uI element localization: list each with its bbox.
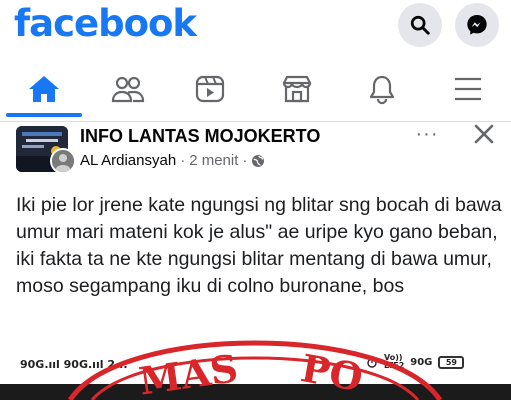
stamp-text-right: PO xyxy=(298,345,367,400)
post-body-text: Iki pie lor jrene kate ngungsi ng blitar… xyxy=(16,194,502,297)
hamburger-icon xyxy=(455,77,481,101)
tab-notifications[interactable] xyxy=(350,66,414,112)
bell-icon xyxy=(369,75,395,105)
search-icon xyxy=(410,15,430,35)
active-tab-indicator xyxy=(6,113,82,117)
post-meta: AL Ardiansyah · 2 menit · xyxy=(80,152,265,169)
facebook-logo[interactable]: facebook xyxy=(14,2,197,45)
marketplace-icon xyxy=(282,75,312,103)
globe-icon xyxy=(252,154,265,167)
meta-separator: · xyxy=(180,152,186,169)
post-more-button[interactable]: ··· xyxy=(416,123,438,145)
group-name-link[interactable]: INFO LANTAS MOJOKERTO xyxy=(80,126,320,147)
author-name[interactable]: AL Ardiansyah xyxy=(80,152,176,169)
author-avatar[interactable] xyxy=(50,148,76,174)
tab-friends[interactable] xyxy=(96,66,160,112)
video-icon xyxy=(195,75,225,103)
messenger-button[interactable] xyxy=(455,3,499,47)
stamp-watermark: MAS PO xyxy=(67,340,443,400)
post-time[interactable]: 2 menit xyxy=(189,152,238,169)
main-nav xyxy=(0,58,511,122)
top-bar: facebook xyxy=(0,0,511,58)
close-icon xyxy=(474,124,494,144)
friends-icon xyxy=(111,76,145,103)
hide-post-button[interactable] xyxy=(470,120,498,148)
tab-watch[interactable] xyxy=(178,66,242,112)
home-icon xyxy=(29,76,59,102)
search-button[interactable] xyxy=(398,3,442,47)
feed-post: INFO LANTAS MOJOKERTO AL Ardiansyah · 2 … xyxy=(0,122,511,400)
meta-separator: · xyxy=(242,152,248,169)
tab-menu[interactable] xyxy=(436,66,500,112)
tab-marketplace[interactable] xyxy=(265,66,329,112)
tab-home[interactable] xyxy=(12,66,76,112)
person-icon xyxy=(52,150,74,172)
messenger-icon xyxy=(467,15,487,35)
